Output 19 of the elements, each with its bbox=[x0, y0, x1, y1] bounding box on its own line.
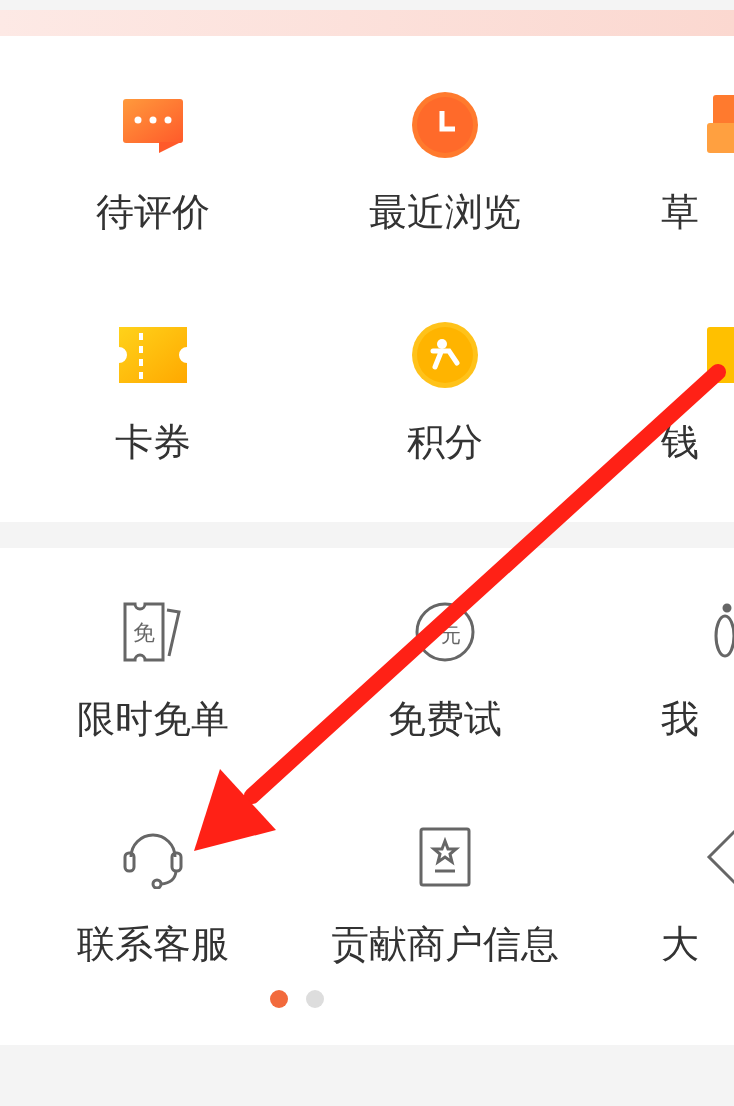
menu-label[interactable]: 贡献商户信息 bbox=[331, 922, 559, 966]
page-dot[interactable] bbox=[270, 990, 288, 1008]
clock-icon[interactable] bbox=[411, 91, 479, 159]
menu-label[interactable]: 我 bbox=[661, 697, 699, 741]
menu-label[interactable]: 大 bbox=[661, 922, 699, 966]
menu-label[interactable]: 最近浏览 bbox=[369, 190, 521, 234]
menu-label[interactable]: 联系客服 bbox=[77, 922, 229, 966]
coin-icon[interactable]: 元 bbox=[413, 600, 477, 664]
menu-label[interactable]: 免费试 bbox=[388, 697, 502, 741]
menu-label[interactable]: 积分 bbox=[407, 420, 483, 464]
menu-label[interactable]: 钱 bbox=[661, 420, 699, 464]
ticket-icon[interactable] bbox=[119, 327, 187, 383]
page-dot[interactable] bbox=[306, 990, 324, 1008]
menu-label[interactable]: 待评价 bbox=[96, 190, 210, 234]
menu-label[interactable]: 限时免单 bbox=[77, 697, 229, 741]
certificate-icon[interactable] bbox=[417, 825, 473, 889]
menu-label[interactable]: 卡券 bbox=[115, 420, 191, 464]
coin-icon[interactable] bbox=[411, 321, 479, 389]
menu-label[interactable]: 草 bbox=[661, 190, 699, 234]
